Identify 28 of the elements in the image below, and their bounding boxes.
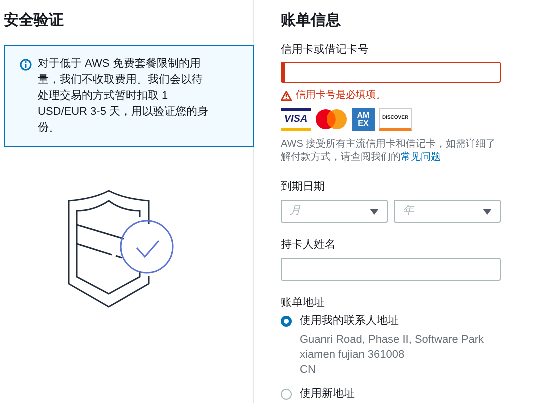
address-line: Guanri Road, Phase II, Software Park (300, 333, 486, 348)
field-label: 信用卡或借记卡号 (281, 42, 370, 58)
radio-label[interactable]: 使用新地址 (300, 386, 355, 402)
select-placeholder: 年 (403, 204, 414, 220)
cardholder-name-field[interactable] (281, 258, 501, 281)
section-title: 账单信息 (281, 11, 342, 31)
caret-icon (370, 208, 379, 214)
radio-label[interactable]: 使用我的联系人地址 (300, 312, 399, 330)
radio-button[interactable] (281, 388, 292, 400)
field-label: 持卡人姓名 (281, 238, 337, 253)
faq-link[interactable]: 常见问题 (401, 152, 441, 163)
error-message: 信用卡号是必填项。 (296, 88, 386, 103)
visa-logo: VISA (281, 108, 311, 131)
info-icon (20, 59, 32, 71)
address-line: xiamen fujian 361008 (300, 348, 406, 363)
field-label: 账单地址 (281, 296, 326, 311)
section-title: 安全验证 (4, 11, 65, 31)
field-label: 到期日期 (281, 180, 326, 195)
mastercard-logo (315, 108, 348, 131)
card-number-field[interactable] (281, 62, 501, 83)
select-placeholder: 月 (290, 204, 301, 220)
radio-button[interactable] (281, 316, 292, 326)
warning-icon (281, 90, 292, 100)
notice-text: 对于低于 AWS 免费套餐限制的用量，我们不收取费用。我们会以待处理交易的方式暂时扣取 1 USD/EUR 3-5 天，用以验证您的身份。 (38, 57, 210, 136)
note-text: AWS 接受所有主流信用卡和借记卡，如需详细了解付款方式，请查阅我们的常见问题 (281, 138, 498, 164)
address-line: CN (300, 363, 317, 378)
amex-logo: AM EX (352, 108, 375, 131)
caret-icon (483, 208, 492, 214)
